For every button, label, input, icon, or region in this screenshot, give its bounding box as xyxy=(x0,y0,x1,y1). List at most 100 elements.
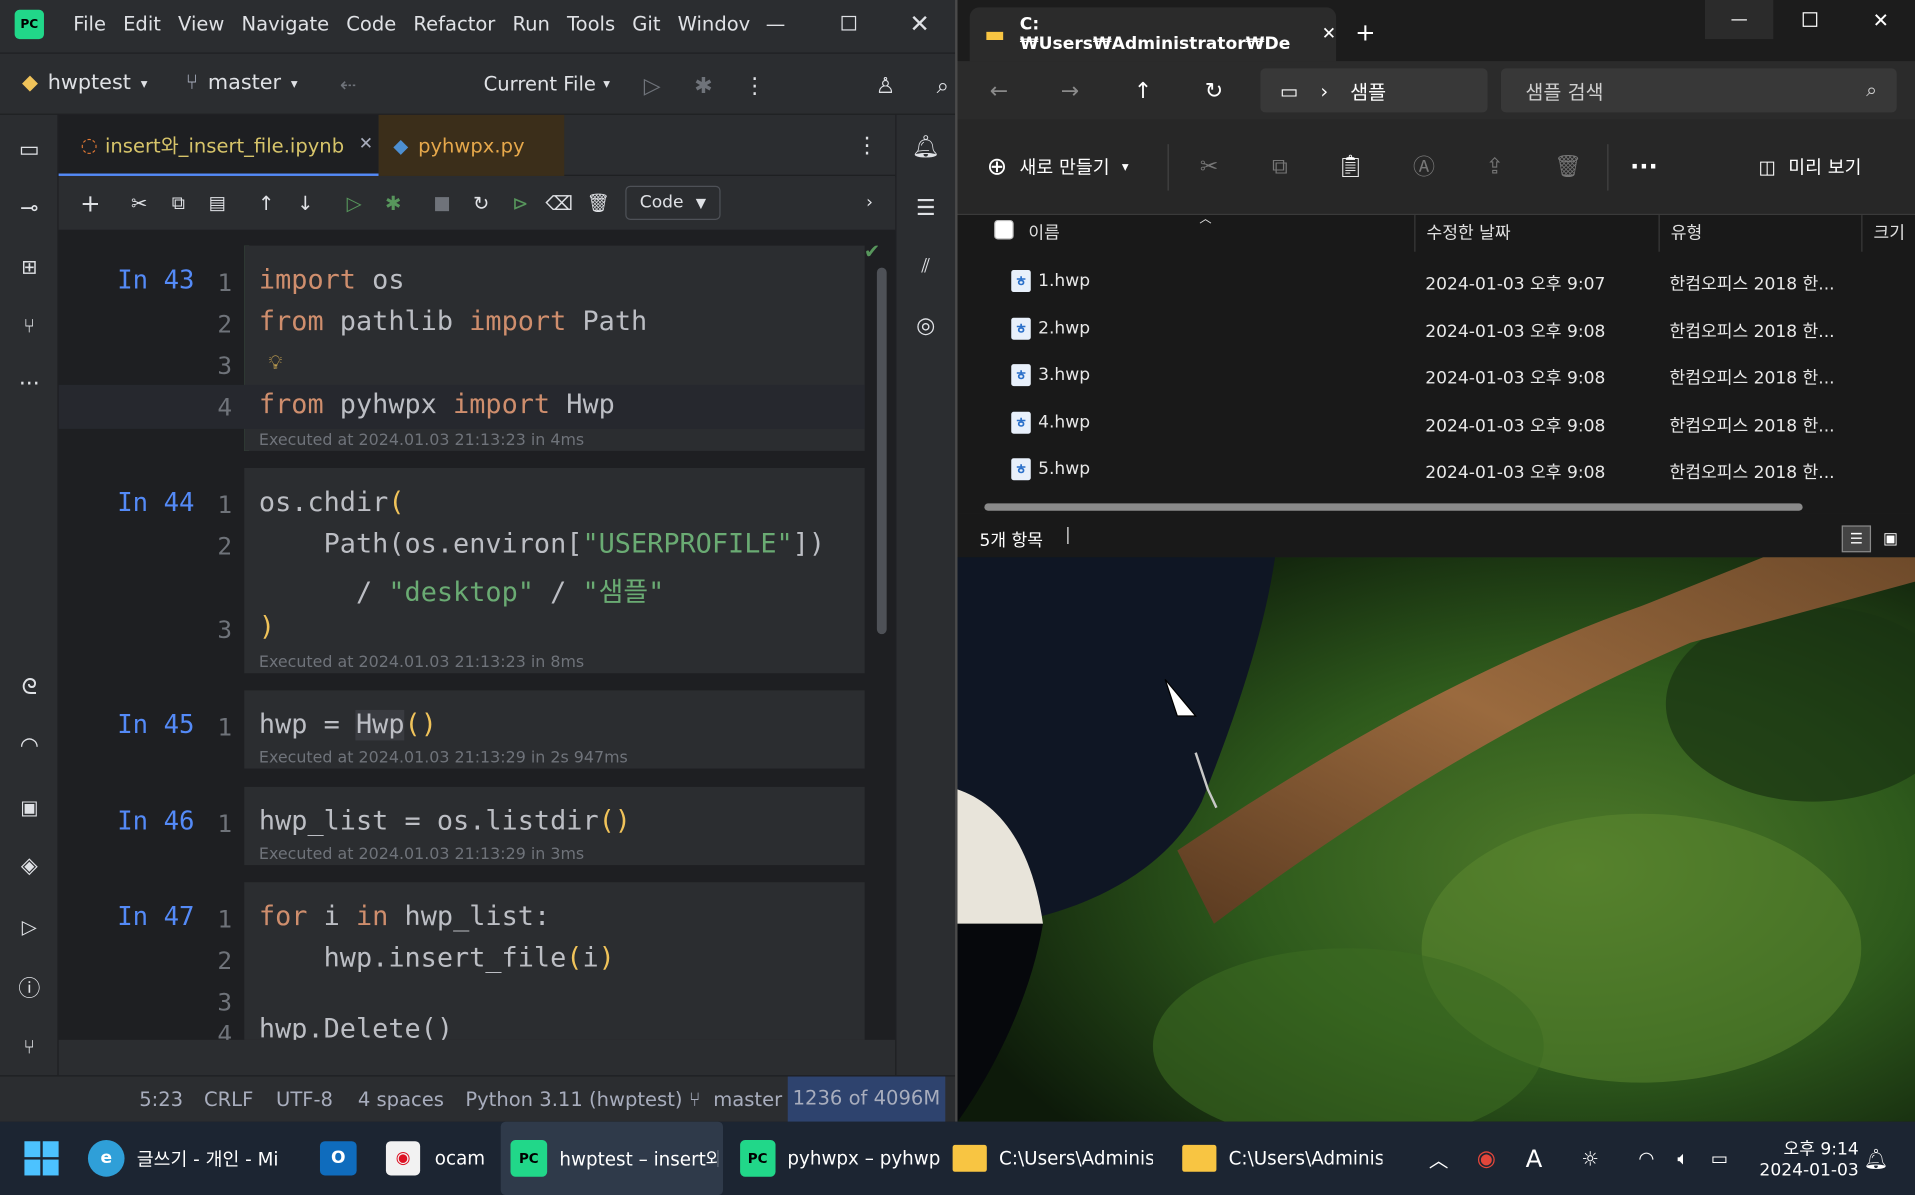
taskbar-app-edge[interactable]: e 글쓰기 - 개인 - Mi xyxy=(87,1122,303,1195)
menu-navigate[interactable]: Navigate xyxy=(241,12,329,35)
terminal-icon[interactable]: ▣ xyxy=(12,789,46,823)
volume-icon[interactable]: 🔈︎ xyxy=(1668,1122,1697,1195)
delete-icon[interactable]: 🗑︎ xyxy=(584,187,613,219)
status-branch[interactable]: master xyxy=(713,1087,782,1110)
paste-icon[interactable]: 📋︎ xyxy=(1334,149,1368,183)
stop-icon[interactable]: ■ xyxy=(427,187,456,219)
move-up-icon[interactable]: ↑ xyxy=(252,187,281,219)
indent-setting[interactable]: 4 spaces xyxy=(358,1087,444,1110)
taskbar-app-pycharm-hwptest[interactable]: PC hwptest – insert와_ xyxy=(500,1121,724,1195)
clock[interactable]: 오후 9:14 2024-01-03 xyxy=(1749,1122,1858,1195)
project-selector[interactable]: ◆ hwptest ▾ xyxy=(22,71,147,95)
git-icon[interactable]: ⑂ xyxy=(12,1029,46,1063)
rename-icon[interactable]: Ⓐ xyxy=(1407,149,1441,183)
ime-indicator[interactable]: A xyxy=(1519,1122,1548,1195)
notebook-editor[interactable]: ✔ In 43 1 2 3 4 import os from pathlib i… xyxy=(58,230,896,1040)
menu-tools[interactable]: Tools xyxy=(567,12,615,35)
sciview-icon[interactable]: ⫽ xyxy=(909,249,943,283)
commit-icon[interactable]: ⊸ xyxy=(12,191,46,225)
minimize-icon[interactable]: — xyxy=(757,5,794,42)
list-item[interactable]: ㅎ 3.hwp 2024-01-03 오후 9:08 한컴오피스 2018 한.… xyxy=(984,353,1915,399)
structure-icon[interactable]: ⊞ xyxy=(12,249,46,283)
battery-icon[interactable]: ▭ xyxy=(1705,1122,1734,1195)
cursor-position[interactable]: 5:23 xyxy=(139,1087,183,1110)
line-ending[interactable]: CRLF xyxy=(204,1087,253,1110)
close-icon[interactable]: ✕ xyxy=(901,5,938,42)
list-item[interactable]: ㅎ 4.hwp 2024-01-03 오후 9:08 한컴오피스 2018 한.… xyxy=(984,401,1915,447)
forward-icon[interactable]: → xyxy=(1053,73,1087,107)
maximize-icon[interactable] xyxy=(830,5,867,42)
run-config-selector[interactable]: Current File ▾ xyxy=(484,72,610,95)
git-update-icon[interactable]: ⇠ xyxy=(330,68,367,100)
restart-icon[interactable]: ↻ xyxy=(467,187,496,219)
more-icon[interactable]: ··· xyxy=(1627,149,1661,183)
folder-icon[interactable]: ▭ xyxy=(12,132,46,166)
explorer-tab[interactable]: ▬ C:₩Users₩Administrator₩De ✕ xyxy=(969,7,1337,62)
cell-type-select[interactable]: Code ▼ xyxy=(625,185,721,220)
add-cell-icon[interactable]: + xyxy=(76,187,105,219)
menu-edit[interactable]: Edit xyxy=(123,12,161,35)
notebook-cell[interactable]: In 47 1 2 3 4 for i in hwp_list: hwp.ins… xyxy=(59,882,868,1040)
menu-git[interactable]: Git xyxy=(632,12,660,35)
back-icon[interactable]: ← xyxy=(982,73,1016,107)
wifi-icon[interactable]: ◠ xyxy=(1632,1122,1661,1195)
tab-pyhwpx[interactable]: ◆ pyhwpx.py xyxy=(378,114,565,176)
notification-bell-icon[interactable]: 🔔︎ xyxy=(1861,1122,1890,1195)
up-icon[interactable]: ↑ xyxy=(1126,73,1160,107)
taskbar-app-ocam[interactable]: ◉ ocam xyxy=(385,1122,489,1195)
new-button[interactable]: ⊕ 새로 만들기 ▾ xyxy=(987,152,1129,181)
add-user-icon[interactable]: ♙ xyxy=(867,68,904,102)
more-tools-icon[interactable]: ··· xyxy=(12,367,46,401)
notebook-cell[interactable]: In 46 1 hwp_list = os.listdir() Executed… xyxy=(59,786,868,868)
layers-icon[interactable]: ◈ xyxy=(12,848,46,882)
recording-icon[interactable]: ◉ xyxy=(1470,1122,1502,1195)
python-console-icon[interactable]: ᘓ xyxy=(12,670,46,704)
menu-refactor[interactable]: Refactor xyxy=(413,12,495,35)
services-icon[interactable]: ◠ xyxy=(12,728,46,762)
menu-file[interactable]: File xyxy=(73,12,106,35)
debug-icon[interactable]: ✱ xyxy=(686,68,720,102)
copy-icon[interactable]: ⧉ xyxy=(1263,149,1297,183)
refresh-icon[interactable]: ↻ xyxy=(1197,73,1231,107)
maximize-icon[interactable] xyxy=(1788,0,1832,39)
problems-icon[interactable]: ⓘ xyxy=(12,970,46,1004)
taskbar-app-pycharm-pyhwpx[interactable]: PC pyhwpx – pyhwp xyxy=(740,1122,940,1195)
close-tab-icon[interactable]: ✕ xyxy=(1322,24,1336,44)
breadcrumb[interactable]: ▭ › 샘플 xyxy=(1260,68,1488,113)
large-icons-view-icon[interactable]: ▣ xyxy=(1876,525,1905,552)
brightness-icon[interactable]: ☼ xyxy=(1575,1122,1604,1195)
cut-icon[interactable]: ✂ xyxy=(125,187,154,219)
list-item[interactable]: ㅎ 1.hwp 2024-01-03 오후 9:07 한컴오피스 2018 한.… xyxy=(984,259,1915,305)
column-header-date[interactable]: 수정한 날짜 xyxy=(1426,220,1510,244)
taskbar-app-explorer[interactable]: C:\Users\Administr xyxy=(1182,1122,1390,1195)
menu-run[interactable]: Run xyxy=(512,12,549,35)
new-tab-icon[interactable]: + xyxy=(1348,15,1382,49)
clear-outputs-icon[interactable]: ⌫ xyxy=(545,187,574,219)
run-tool-icon[interactable]: ▷ xyxy=(12,909,46,943)
file-encoding[interactable]: UTF-8 xyxy=(276,1087,333,1110)
chevron-right-icon[interactable]: › xyxy=(857,187,881,219)
notebook-cell[interactable]: In 45 1 hwp = Hwp() Executed at 2024.01.… xyxy=(59,690,868,771)
notifications-icon[interactable]: 🔔︎ xyxy=(909,130,943,164)
taskbar-app-explorer[interactable]: C:\Users\Administr xyxy=(952,1122,1161,1195)
menu-window[interactable]: Windov xyxy=(678,12,751,35)
notebook-cell[interactable]: In 43 1 2 3 4 import os from pathlib imp… xyxy=(58,245,868,454)
column-header-size[interactable]: 크기 xyxy=(1873,220,1904,244)
notebook-cell[interactable]: In 44 1 2 3 os.chdir( Path(os.environ["U… xyxy=(59,467,868,676)
tray-overflow-icon[interactable]: ︿ xyxy=(1424,1122,1453,1195)
share-icon[interactable]: ⇪ xyxy=(1478,149,1512,183)
menu-view[interactable]: View xyxy=(178,12,224,35)
menu-code[interactable]: Code xyxy=(346,12,396,35)
lightbulb-icon[interactable]: 💡︎ xyxy=(269,351,283,375)
run-icon[interactable]: ▷ xyxy=(635,68,669,102)
run-cell-icon[interactable]: ▷ xyxy=(340,187,369,219)
run-all-icon[interactable]: ⊳ xyxy=(506,187,535,219)
paste-icon[interactable]: ▤ xyxy=(203,187,232,219)
copy-icon[interactable]: ⧉ xyxy=(164,187,193,219)
search-input[interactable]: 샘플 검색 ⌕ xyxy=(1500,68,1897,113)
editor-scrollbar[interactable] xyxy=(876,267,887,635)
more-icon[interactable]: ⋮ xyxy=(738,68,772,102)
move-down-icon[interactable]: ↓ xyxy=(291,187,320,219)
column-header-name[interactable]: 이름 xyxy=(1028,220,1059,244)
minimize-icon[interactable]: — xyxy=(1704,0,1774,40)
